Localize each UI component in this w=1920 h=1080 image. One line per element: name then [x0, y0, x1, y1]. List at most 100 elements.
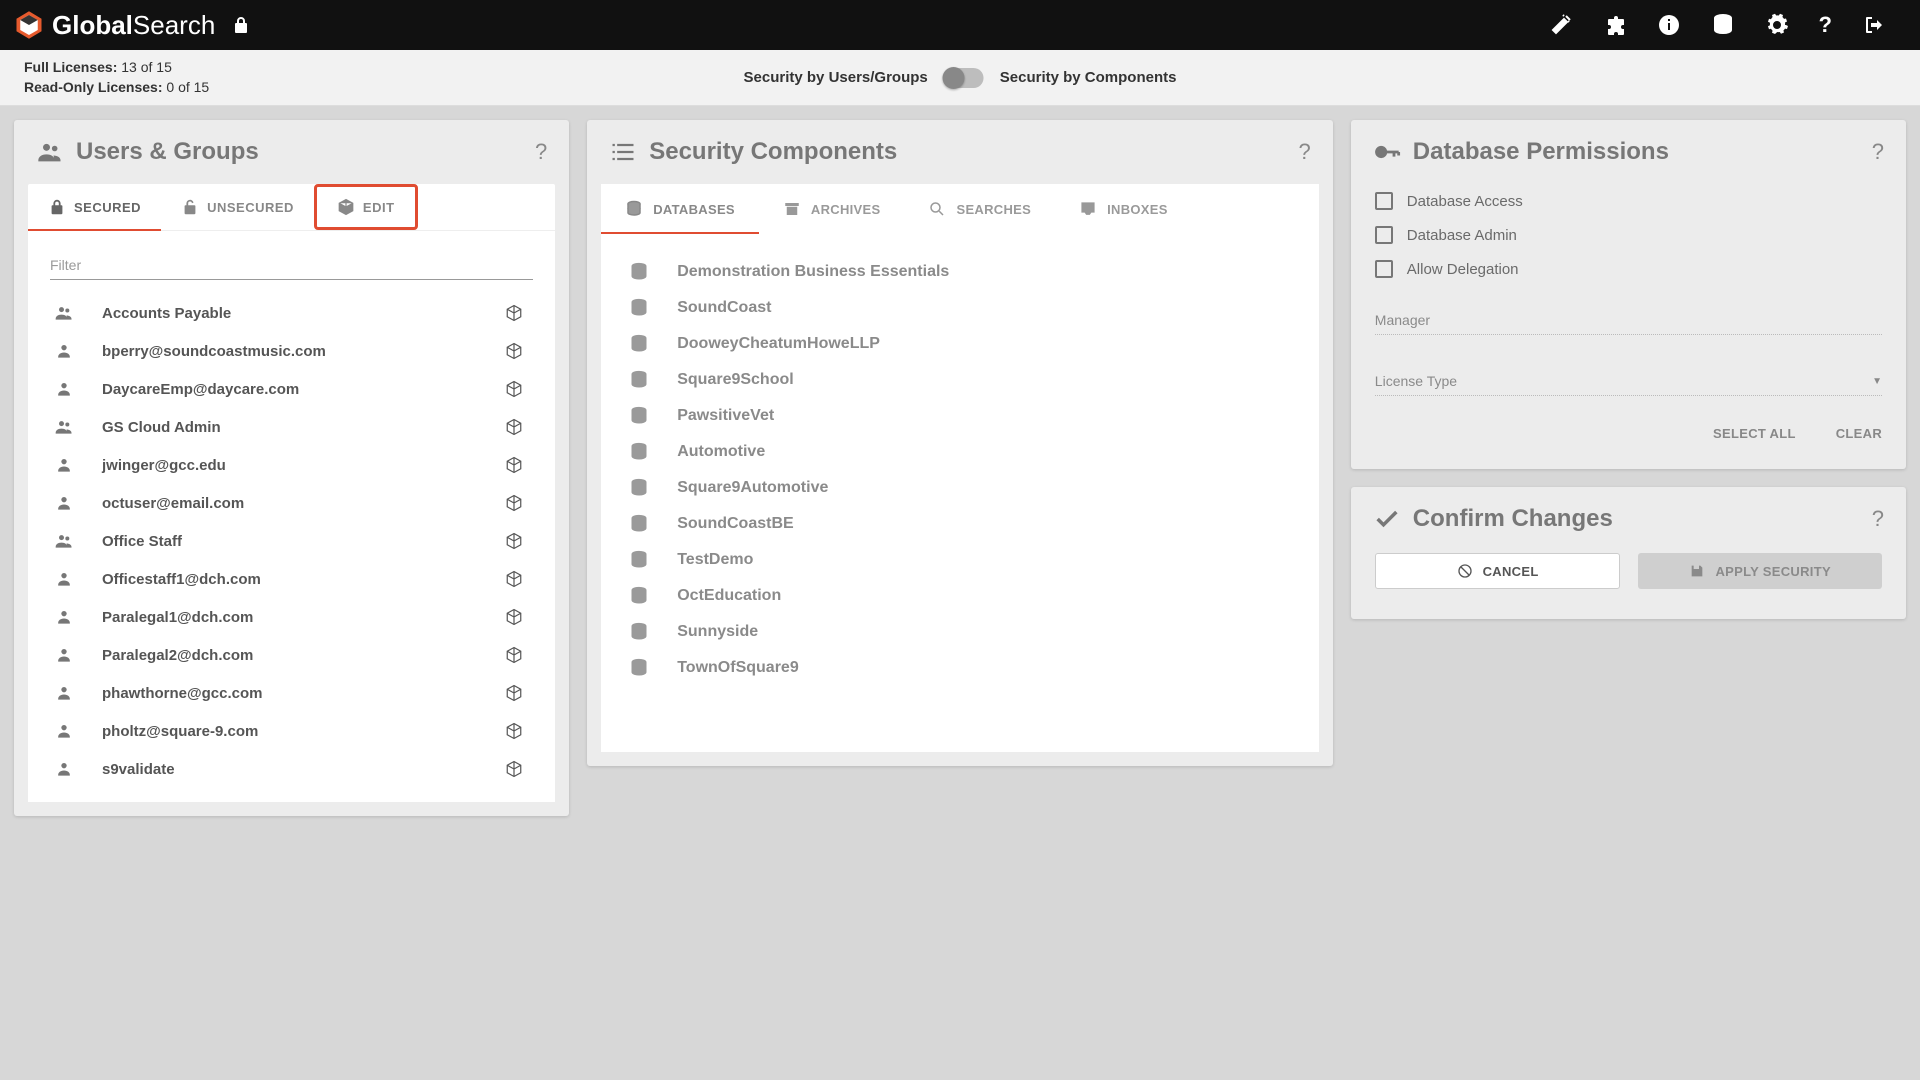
users-groups-help[interactable]: ? — [535, 139, 547, 165]
security-mode-switch: Security by Users/Groups Security by Com… — [744, 68, 1177, 88]
block-icon — [1457, 563, 1473, 579]
database-row[interactable]: SoundCoast — [629, 290, 1291, 326]
database-row[interactable]: TestDemo — [629, 542, 1291, 578]
database-row[interactable]: Square9Automotive — [629, 470, 1291, 506]
user-row[interactable]: s9validate — [50, 750, 529, 788]
mode-components-label: Security by Components — [1000, 69, 1177, 86]
select-all-button[interactable]: SELECT ALL — [1713, 426, 1796, 441]
user-icon — [50, 607, 78, 627]
tab-edit[interactable]: EDIT — [314, 184, 418, 230]
users-groups-panel: Users & Groups ? SECURED UNSECURED EDIT … — [14, 120, 569, 816]
permissions-title: Database Permissions — [1413, 138, 1669, 166]
user-row[interactable]: pholtz@square-9.com — [50, 712, 529, 750]
puzzle-icon[interactable] — [1603, 13, 1627, 37]
chevron-down-icon: ▼ — [1872, 376, 1882, 387]
database-row[interactable]: Sunnyside — [629, 614, 1291, 650]
user-row[interactable]: phawthorne@gcc.com — [50, 674, 529, 712]
user-label: pholtz@square-9.com — [102, 723, 258, 740]
users-list[interactable]: Accounts Payable bperry@soundcoastmusic.c… — [50, 294, 533, 802]
database-row[interactable]: DooweyCheatumHoweLLP — [629, 326, 1291, 362]
cube-icon[interactable] — [505, 342, 523, 360]
help-icon[interactable]: ? — [1819, 12, 1832, 38]
database-row[interactable]: SoundCoastBE — [629, 506, 1291, 542]
brand-logo-icon — [14, 10, 44, 40]
confirm-changes-panel: Confirm Changes ? CANCEL APPLY SECURITY — [1351, 487, 1906, 619]
save-icon — [1689, 563, 1705, 579]
database-icon — [629, 334, 649, 354]
brand: GlobalSearch — [14, 10, 251, 41]
database-icon[interactable] — [1711, 13, 1735, 37]
tab-inboxes[interactable]: INBOXES — [1055, 184, 1192, 234]
user-icon — [50, 379, 78, 399]
database-row[interactable]: Demonstration Business Essentials — [629, 254, 1291, 290]
checkbox[interactable] — [1375, 192, 1393, 210]
components-help[interactable]: ? — [1299, 139, 1311, 165]
gear-icon[interactable] — [1765, 13, 1789, 37]
user-row[interactable]: Officestaff1@dch.com — [50, 560, 529, 598]
cube-icon[interactable] — [505, 380, 523, 398]
cube-icon[interactable] — [505, 304, 523, 322]
search-icon — [928, 200, 946, 218]
confirm-help[interactable]: ? — [1872, 506, 1884, 532]
manager-field[interactable]: Manager — [1375, 308, 1882, 335]
license-type-select[interactable]: License Type▼ — [1375, 369, 1882, 396]
database-icon — [629, 262, 649, 282]
filter-input[interactable] — [50, 251, 533, 280]
cube-icon[interactable] — [505, 494, 523, 512]
database-name: DooweyCheatumHoweLLP — [677, 335, 880, 353]
database-row[interactable]: Automotive — [629, 434, 1291, 470]
user-row[interactable]: Paralegal1@dch.com — [50, 598, 529, 636]
user-label: s9validate — [102, 761, 175, 778]
cube-icon[interactable] — [505, 418, 523, 436]
cube-icon[interactable] — [505, 456, 523, 474]
tab-databases[interactable]: DATABASES — [601, 184, 759, 234]
tab-secured[interactable]: SECURED — [28, 184, 161, 230]
check-icon — [1373, 505, 1401, 533]
user-row[interactable]: Office Staff — [50, 522, 529, 560]
database-row[interactable]: Square9School — [629, 362, 1291, 398]
cube-icon[interactable] — [505, 646, 523, 664]
user-label: bperry@soundcoastmusic.com — [102, 343, 326, 360]
info-icon[interactable] — [1657, 13, 1681, 37]
lock-icon — [231, 15, 251, 35]
user-row[interactable]: Accounts Payable — [50, 294, 529, 332]
user-row[interactable]: octuser@email.com — [50, 484, 529, 522]
permissions-help[interactable]: ? — [1872, 139, 1884, 165]
database-row[interactable]: PawsitiveVet — [629, 398, 1291, 434]
clear-button[interactable]: CLEAR — [1836, 426, 1882, 441]
archive-icon — [783, 200, 801, 218]
database-icon — [629, 622, 649, 642]
checkbox[interactable] — [1375, 226, 1393, 244]
user-row[interactable]: Paralegal2@dch.com — [50, 636, 529, 674]
tab-unsecured[interactable]: UNSECURED — [161, 184, 314, 230]
user-row[interactable]: DaycareEmp@daycare.com — [50, 370, 529, 408]
cube-icon[interactable] — [505, 532, 523, 550]
checkbox[interactable] — [1375, 260, 1393, 278]
user-row[interactable]: GS Cloud Admin — [50, 408, 529, 446]
database-row[interactable]: TownOfSquare9 — [629, 650, 1291, 686]
user-icon — [50, 683, 78, 703]
cube-icon[interactable] — [505, 570, 523, 588]
logout-icon[interactable] — [1862, 13, 1886, 37]
database-row[interactable]: OctEducation — [629, 578, 1291, 614]
license-info: Full Licenses: 13 of 15 Read-Only Licens… — [24, 58, 209, 97]
database-permissions-panel: Database Permissions ? Database Access D… — [1351, 120, 1906, 469]
tab-archives[interactable]: ARCHIVES — [759, 184, 905, 234]
cube-icon[interactable] — [505, 722, 523, 740]
cube-icon[interactable] — [505, 684, 523, 702]
check-allow-delegation[interactable]: Allow Delegation — [1375, 252, 1882, 286]
lock-closed-icon — [48, 198, 66, 216]
cube-icon[interactable] — [505, 608, 523, 626]
tab-searches[interactable]: SEARCHES — [904, 184, 1055, 234]
check-database-admin[interactable]: Database Admin — [1375, 218, 1882, 252]
mode-toggle[interactable] — [944, 68, 984, 88]
wand-icon[interactable] — [1549, 13, 1573, 37]
user-row[interactable]: bperry@soundcoastmusic.com — [50, 332, 529, 370]
check-database-access[interactable]: Database Access — [1375, 184, 1882, 218]
cancel-button[interactable]: CANCEL — [1375, 553, 1621, 589]
apply-security-button[interactable]: APPLY SECURITY — [1638, 553, 1882, 589]
database-icon — [629, 298, 649, 318]
user-label: jwinger@gcc.edu — [102, 457, 226, 474]
user-row[interactable]: jwinger@gcc.edu — [50, 446, 529, 484]
cube-icon[interactable] — [505, 760, 523, 778]
